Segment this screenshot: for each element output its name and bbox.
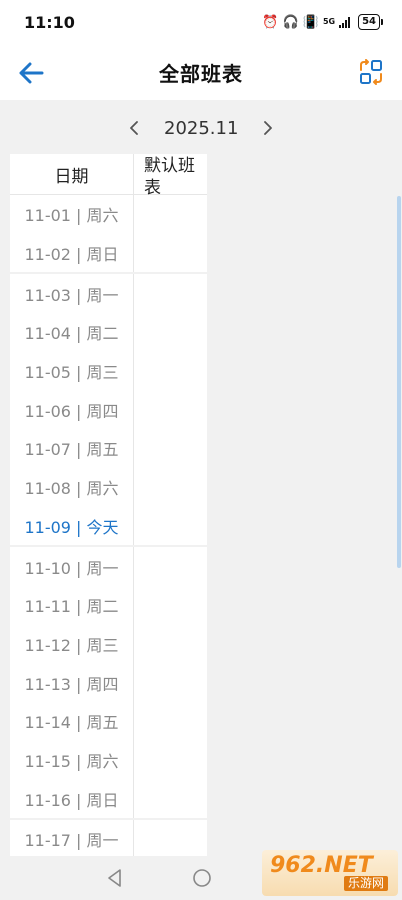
day-row[interactable]: 11-05 | 周三: [10, 352, 133, 391]
day-row[interactable]: 11-12 | 周三: [10, 625, 133, 664]
week-group: 11-01 | 周六 11-02 | 周日: [10, 195, 207, 273]
day-row[interactable]: 11-06 | 周四: [10, 390, 133, 429]
day-row-today[interactable]: 11-09 | 今天: [10, 507, 133, 546]
week-group: 11-17 | 周一: [10, 820, 207, 856]
nav-home-icon[interactable]: [190, 866, 214, 890]
day-row[interactable]: 11-16 | 周日: [10, 779, 133, 818]
chevron-right-icon: [264, 121, 272, 135]
scrollbar[interactable]: [397, 196, 401, 568]
day-row[interactable]: 11-02 | 周日: [10, 234, 133, 273]
column-header-schedule[interactable]: 默认班表: [134, 154, 207, 195]
day-row[interactable]: 11-07 | 周五: [10, 429, 133, 468]
schedule-cell[interactable]: [134, 195, 207, 272]
status-icons: ⏰ 🎧 📳 5G 54: [262, 14, 383, 30]
nav-back-icon[interactable]: [103, 866, 127, 890]
week-group: 11-10 | 周一 11-11 | 周二 11-12 | 周三 11-13 |…: [10, 547, 207, 818]
week-group: 11-03 | 周一 11-04 | 周二 11-05 | 周三 11-06 |…: [10, 274, 207, 546]
month-navigator: 2025.11: [0, 108, 402, 148]
watermark-text: 962.NET: [270, 853, 373, 878]
back-button[interactable]: [14, 56, 48, 90]
day-row[interactable]: 11-14 | 周五: [10, 702, 133, 741]
day-row[interactable]: 11-13 | 周四: [10, 663, 133, 702]
headphones-icon: 🎧: [282, 14, 299, 30]
day-row[interactable]: 11-17 | 周一: [10, 820, 133, 856]
switch-view-icon: [360, 59, 382, 85]
chevron-left-icon: [130, 121, 138, 135]
alarm-icon: ⏰: [262, 14, 279, 30]
next-month-button[interactable]: [254, 114, 282, 142]
signal-icon: [339, 16, 351, 28]
column-header-date: 日期: [10, 154, 134, 194]
site-watermark-logo: 962.NET 乐游网: [262, 850, 398, 896]
day-row[interactable]: 11-01 | 周六: [10, 195, 133, 234]
page-title: 全部班表: [159, 61, 243, 86]
prev-month-button[interactable]: [120, 114, 148, 142]
day-row[interactable]: 11-10 | 周一: [10, 547, 133, 586]
vibrate-icon: 📳: [302, 14, 319, 30]
current-month: 2025.11: [164, 117, 239, 139]
network-type: 5G: [322, 17, 336, 26]
status-bar: 11:10 ⏰ 🎧 📳 5G 54: [0, 0, 402, 44]
app-header: 全部班表: [0, 44, 402, 100]
battery-indicator: 54: [358, 14, 383, 30]
table-header: 日期 默认班表: [10, 154, 207, 195]
day-row[interactable]: 11-15 | 周六: [10, 741, 133, 780]
schedule-table: 日期 默认班表 11-01 | 周六 11-02 | 周日 11-03 | 周一…: [10, 154, 207, 856]
schedule-cell[interactable]: [134, 274, 207, 545]
day-row[interactable]: 11-08 | 周六: [10, 468, 133, 507]
arrow-left-icon: [19, 62, 44, 84]
watermark-subtext: 乐游网: [344, 876, 389, 891]
day-row[interactable]: 11-04 | 周二: [10, 313, 133, 352]
day-row[interactable]: 11-03 | 周一: [10, 274, 133, 313]
schedule-cell[interactable]: [134, 547, 207, 818]
schedule-cell[interactable]: [134, 820, 207, 856]
status-time: 11:10: [24, 12, 75, 32]
switch-view-button[interactable]: [356, 57, 386, 87]
day-row[interactable]: 11-11 | 周二: [10, 586, 133, 625]
